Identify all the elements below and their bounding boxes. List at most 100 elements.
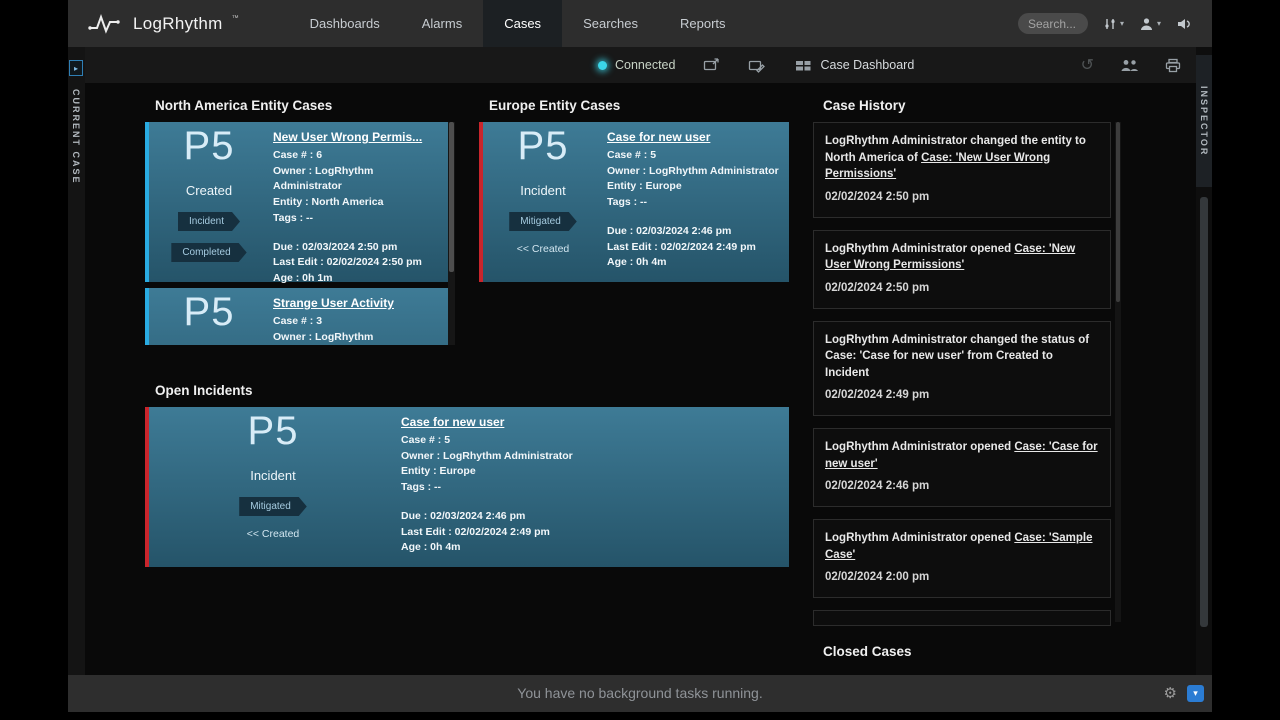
open-incidents-list: P5 Incident Mitigated << Created Case fo… xyxy=(145,407,789,567)
history-entry-text: LogRhythm Administrator changed the enti… xyxy=(825,133,1099,183)
history-actor: LogRhythm Administrator xyxy=(825,243,967,255)
case-card-summary: P5 Incident Mitigated << Created xyxy=(483,122,603,282)
case-status-label: Created xyxy=(186,183,232,198)
history-entry-text: LogRhythm Administrator changed the stat… xyxy=(825,332,1099,382)
case-card-open-incident[interactable]: P5 Incident Mitigated << Created Case fo… xyxy=(145,407,789,567)
case-meta: Due : 02/03/2024 2:50 pm Last Edit : 02/… xyxy=(273,240,438,287)
status-action-incident-button[interactable]: Incident xyxy=(178,212,240,231)
save-layout-icon[interactable] xyxy=(748,58,765,73)
history-actor: LogRhythm Administrator xyxy=(825,135,967,147)
chevron-down-icon: ▾ xyxy=(1157,19,1161,28)
case-card-summary: P5 xyxy=(149,288,269,345)
notifications-button[interactable] xyxy=(1176,17,1192,31)
case-history-entry: LogRhythm Administrator changed the enti… xyxy=(813,122,1111,218)
case-card-details: Strange User Activity Case # : 3 Owner :… xyxy=(271,288,448,345)
case-title-link[interactable]: Case for new user xyxy=(401,415,779,429)
case-tags-field: Tags : -- xyxy=(273,211,438,227)
case-card-details: Case for new user Case # : 5 Owner : Log… xyxy=(605,122,789,282)
connection-status-icon xyxy=(598,61,607,70)
history-timestamp: 02/02/2024 2:46 pm xyxy=(825,480,1099,492)
section-title-closed-cases: Closed Cases xyxy=(823,644,1111,659)
logrhythm-app-window: LogRhythm ™ Dashboards Alarms Cases Sear… xyxy=(68,0,1212,712)
inspector-tab[interactable]: INSPECTOR xyxy=(1196,55,1212,187)
history-action-text: opened xyxy=(967,243,1014,255)
case-card-details: Case for new user Case # : 5 Owner : Log… xyxy=(399,407,789,567)
top-nav-right: ▾ ▾ xyxy=(1018,13,1212,34)
background-tasks-status: You have no background tasks running. xyxy=(68,685,1212,701)
case-meta: Due : 02/03/2024 2:46 pm Last Edit : 02/… xyxy=(401,509,779,556)
brand: LogRhythm ™ xyxy=(68,13,239,35)
case-last-edit-field: Last Edit : 02/02/2024 2:49 pm xyxy=(401,525,779,541)
case-title-link[interactable]: Strange User Activity xyxy=(273,296,438,310)
history-timestamp: 02/02/2024 2:50 pm xyxy=(825,282,1099,294)
case-number-field: Case # : 3 xyxy=(273,314,438,330)
dashboard-selector[interactable]: Case Dashboard xyxy=(795,58,914,72)
section-title-case-history: Case History xyxy=(823,98,906,113)
case-owner-field: Owner : LogRhythm Administrator xyxy=(273,164,438,195)
priority-label: P5 xyxy=(184,290,235,335)
case-toolbar: Connected xyxy=(68,47,1212,83)
user-icon xyxy=(1139,17,1154,31)
case-age-field: Age : 0h 4m xyxy=(401,540,779,556)
north-america-list-scrollbar[interactable] xyxy=(448,122,455,345)
tab-alarms[interactable]: Alarms xyxy=(401,0,483,47)
case-history-entry: LogRhythm Administrator opened Case: 'Ca… xyxy=(813,428,1111,507)
case-meta: Due : 02/03/2024 2:46 pm Last Edit : 02/… xyxy=(607,224,779,271)
status-action-completed-button[interactable]: Completed xyxy=(171,243,246,262)
tab-reports[interactable]: Reports xyxy=(659,0,747,47)
brand-name: LogRhythm xyxy=(133,14,223,34)
case-history-scrollbar[interactable] xyxy=(1115,122,1121,622)
undo-icon[interactable]: ↺ xyxy=(1081,55,1094,75)
north-america-case-list: P5 Created Incident Completed New User W… xyxy=(145,122,455,345)
case-history-entry-partial xyxy=(813,610,1111,626)
status-bar: You have no background tasks running. ⚙ … xyxy=(68,675,1212,712)
tab-searches[interactable]: Searches xyxy=(562,0,659,47)
brand-trademark: ™ xyxy=(232,15,239,22)
status-action-mitigated-button[interactable]: Mitigated xyxy=(509,212,577,231)
tab-cases[interactable]: Cases xyxy=(483,0,562,47)
screen: LogRhythm ™ Dashboards Alarms Cases Sear… xyxy=(0,0,1280,720)
user-menu[interactable]: ▾ xyxy=(1139,17,1161,31)
case-status-label: Incident xyxy=(250,468,296,483)
expand-current-case-button[interactable]: ▸ xyxy=(69,60,83,76)
tab-dashboards[interactable]: Dashboards xyxy=(289,0,401,47)
case-owner-field: Owner : LogRhythm Administrator xyxy=(273,330,438,345)
preferences-menu[interactable]: ▾ xyxy=(1103,17,1124,31)
case-card-strange-user-activity[interactable]: P5 Strange User Activity Case # : 3 Owne… xyxy=(145,288,448,345)
inspector-scrollbar[interactable] xyxy=(1200,197,1208,627)
inspector-rail: INSPECTOR xyxy=(1196,47,1212,675)
case-title-link[interactable]: New User Wrong Permis... xyxy=(273,130,438,144)
case-age-field: Age : 0h 4m xyxy=(607,255,779,271)
case-card-details: New User Wrong Permis... Case # : 6 Owne… xyxy=(271,122,448,282)
history-actor: LogRhythm Administrator xyxy=(825,441,967,453)
print-icon[interactable] xyxy=(1165,58,1181,73)
case-dashboard-content: North America Entity Cases P5 Created In… xyxy=(85,83,1196,675)
collaborators-icon[interactable] xyxy=(1120,59,1139,72)
popout-window-icon[interactable] xyxy=(703,58,720,73)
top-nav-bar: LogRhythm ™ Dashboards Alarms Cases Sear… xyxy=(68,0,1212,47)
case-history-entry: LogRhythm Administrator opened Case: 'Ne… xyxy=(813,230,1111,309)
priority-label: P5 xyxy=(248,409,299,454)
case-card-case-for-new-user[interactable]: P5 Incident Mitigated << Created Case fo… xyxy=(479,122,789,282)
priority-label: P5 xyxy=(518,124,569,169)
task-drawer-button[interactable]: ▾ xyxy=(1187,685,1204,702)
case-title-link[interactable]: Case for new user xyxy=(607,130,779,144)
search-input[interactable] xyxy=(1018,13,1088,34)
toolbar-center: Connected xyxy=(598,47,914,83)
settings-gear-icon[interactable]: ⚙ xyxy=(1164,684,1177,702)
current-case-rail-label[interactable]: CURRENT CASE xyxy=(71,89,81,185)
priority-label: P5 xyxy=(184,124,235,169)
inspector-tab-label: INSPECTOR xyxy=(1199,86,1209,156)
scrollbar-thumb[interactable] xyxy=(1116,122,1120,302)
dashboard-grid-icon xyxy=(795,59,812,72)
status-back-created-link[interactable]: << Created xyxy=(247,528,300,540)
case-due-field: Due : 02/03/2024 2:46 pm xyxy=(607,224,779,240)
scrollbar-thumb[interactable] xyxy=(449,122,454,272)
status-back-created-link[interactable]: << Created xyxy=(517,243,570,255)
case-card-new-user-wrong-permissions[interactable]: P5 Created Incident Completed New User W… xyxy=(145,122,448,282)
speaker-icon xyxy=(1176,17,1192,31)
status-action-mitigated-button[interactable]: Mitigated xyxy=(239,497,307,516)
case-tags-field: Tags : -- xyxy=(607,195,779,211)
case-status-label: Incident xyxy=(520,183,566,198)
case-tags-field: Tags : -- xyxy=(401,480,779,496)
